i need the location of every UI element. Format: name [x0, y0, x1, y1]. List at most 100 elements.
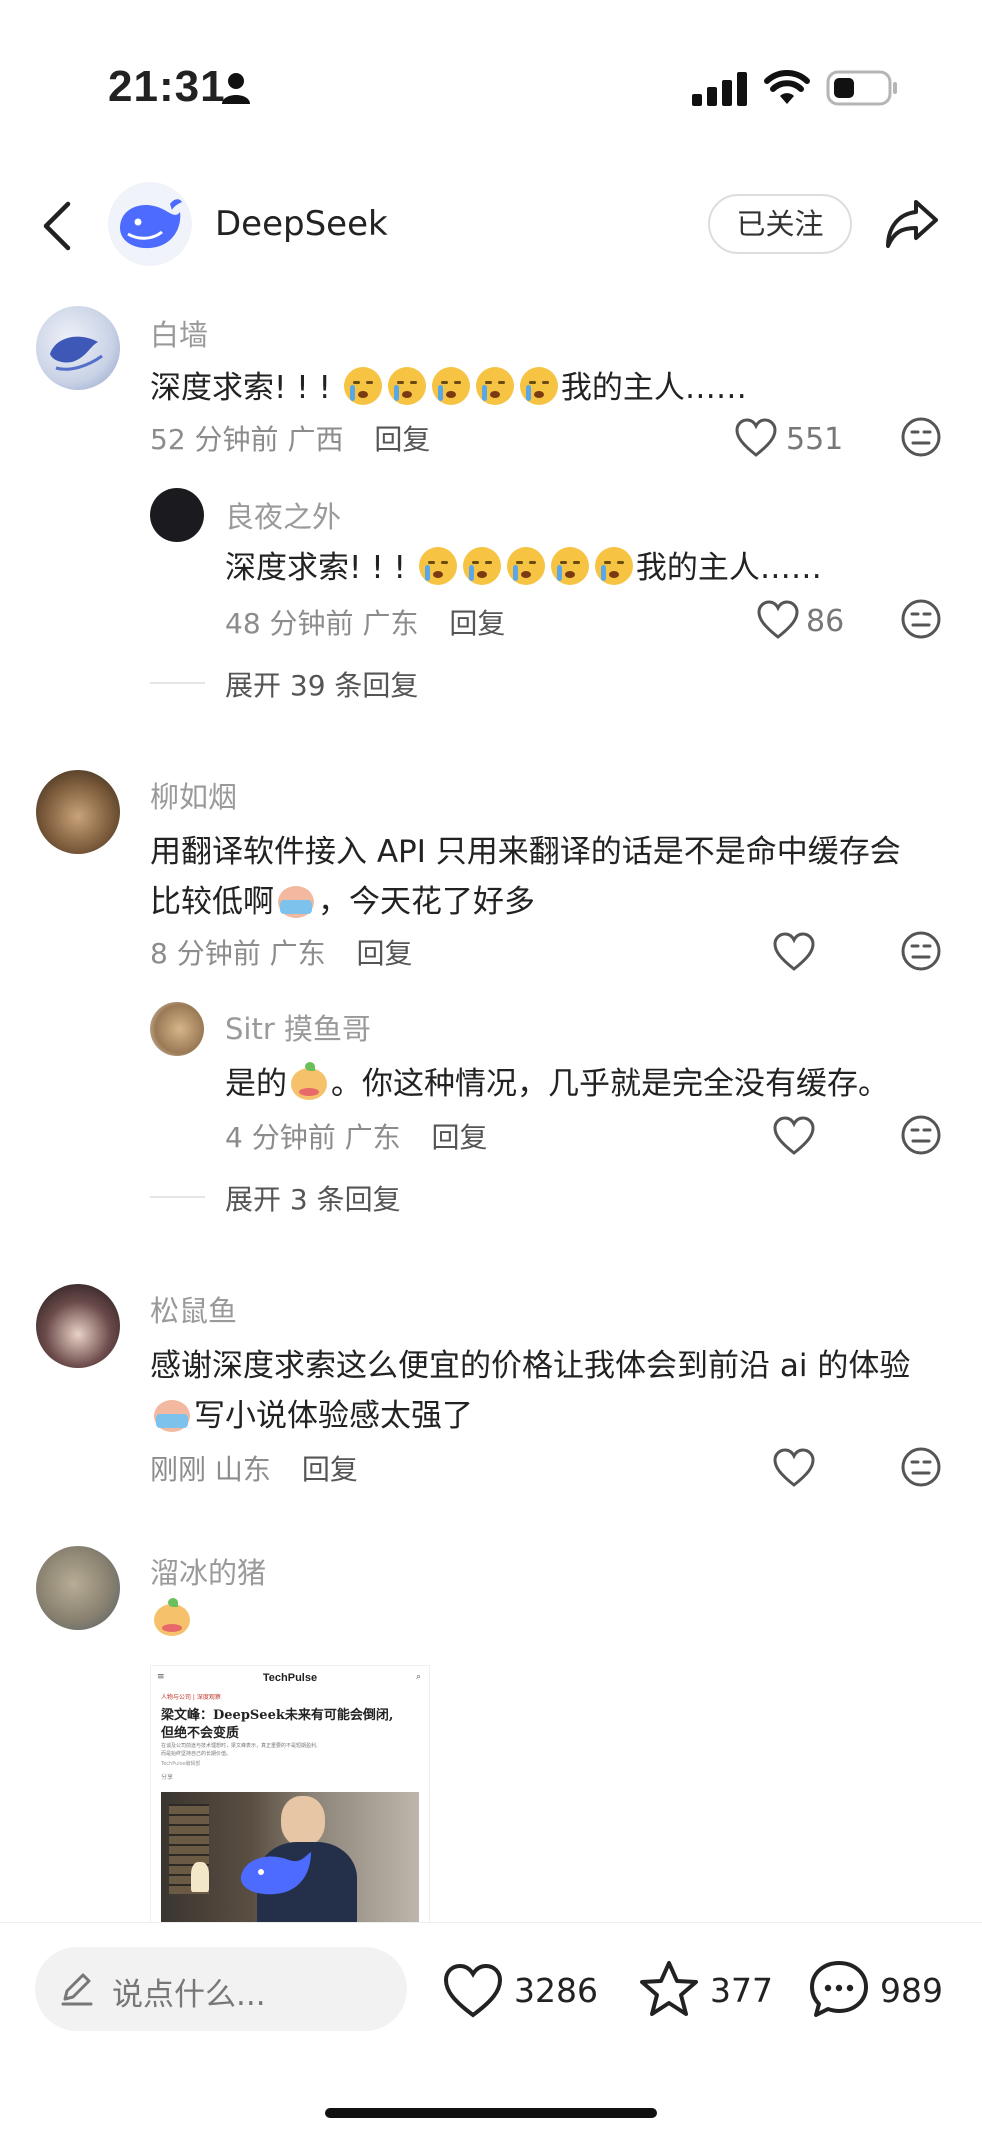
expand-replies-button[interactable]: 展开 39 条回复 [225, 664, 418, 704]
pencil-icon [61, 1973, 93, 2006]
smiling-sticker-icon [289, 1062, 329, 1102]
comment-location: 广西 [287, 423, 344, 456]
share-icon[interactable] [884, 196, 940, 252]
smiling-sticker-icon [152, 1598, 192, 1638]
dislike-face-icon[interactable] [900, 416, 942, 458]
reply-button[interactable]: 回复 [449, 607, 505, 640]
crying-emoji-icon [387, 367, 426, 405]
lamp-graphic [191, 1862, 209, 1892]
dislike-face-icon[interactable] [900, 1446, 942, 1488]
reply-text: 深度求索! ! ! 我的主人…… [225, 542, 822, 587]
deepseek-avatar[interactable] [108, 182, 192, 266]
reply-text-suffix: 我的主人…… [635, 550, 822, 586]
comment-meta: 8 分钟前 广东 回复 [150, 932, 413, 972]
avatar[interactable] [150, 1002, 204, 1056]
avatar[interactable] [36, 770, 120, 854]
card-photo [161, 1792, 419, 1922]
card-headline-line2: 但绝不会变质 [161, 1726, 240, 1741]
dislike-face-icon[interactable] [900, 930, 942, 972]
crying-emoji-icon [431, 367, 470, 405]
avatar[interactable] [150, 488, 204, 542]
comment-text-prefix: 比较低啊 [150, 884, 274, 920]
avatar[interactable] [36, 1284, 120, 1368]
reply-time: 4 分钟前 [225, 1121, 336, 1154]
card-site-name: TechPulse [262, 1672, 318, 1684]
comment-text-line2: 比较低啊 ，今天花了好多 [150, 876, 535, 921]
wifi-icon [764, 70, 810, 104]
comment-text-suffix: 我的主人…… [560, 370, 747, 406]
comment-location: 广东 [269, 937, 326, 970]
dislike-face-icon[interactable] [900, 598, 942, 640]
comment-author[interactable]: 松鼠鱼 [150, 1288, 237, 1330]
star-count: 377 [710, 1971, 773, 2010]
comment-text-line1: 用翻译软件接入 API 只用来翻译的话是不是命中缓存会 [150, 834, 901, 870]
bottom-action-bar: 说点什么... 3286 377 989 [0, 1922, 982, 2133]
search-icon: ⌕ [415, 1672, 421, 1682]
comment-bubble-icon[interactable] [808, 1959, 870, 2019]
heart-icon[interactable] [772, 1448, 816, 1488]
person-icon [222, 73, 250, 104]
total-like-count: 3286 [514, 1971, 598, 2010]
like-icon[interactable] [442, 1963, 504, 2019]
comment-count: 989 [880, 1971, 943, 2010]
comment-text-line1: 感谢深度求索这么便宜的价格让我体会到前沿 ai 的体验 [150, 1348, 911, 1384]
follow-button[interactable]: 已关注 [708, 194, 852, 254]
signal-icon [692, 72, 747, 106]
article-image-card[interactable]: TechPulse ≡ ⌕ 人物与公司 | 深度观察 梁文峰：DeepSeek未… [150, 1665, 430, 1923]
reply-button[interactable]: 回复 [302, 1453, 358, 1486]
comment-sticker [150, 1598, 194, 1638]
crying-emoji-icon [475, 367, 514, 405]
heart-icon[interactable] [772, 932, 816, 972]
status-time: 21:31 [108, 62, 226, 111]
card-headline-line1: 梁文峰：DeepSeek未来有可能会倒闭, [161, 1708, 394, 1723]
divider [150, 682, 205, 684]
avatar-whale-icon [50, 336, 103, 371]
reply-location: 广东 [362, 607, 419, 640]
reply-meta: 48 分钟前 广东 回复 [225, 602, 505, 642]
header: DeepSeek 已关注 [0, 180, 982, 290]
reply-button[interactable]: 回复 [374, 423, 430, 456]
comment-input[interactable]: 说点什么... [35, 1947, 407, 2031]
avatar[interactable] [36, 306, 120, 390]
menu-icon: ≡ [157, 1672, 165, 1682]
comment-text: 深度求索! ! ! 我的主人…… [150, 362, 747, 407]
avatar[interactable] [36, 1546, 120, 1630]
comment-author[interactable]: 柳如烟 [150, 774, 237, 816]
expand-replies-button[interactable]: 展开 3 条回复 [225, 1178, 401, 1218]
comment-time: 刚刚 [150, 1453, 207, 1486]
crying-emoji-icon [418, 547, 457, 585]
comment-author[interactable]: 白墙 [150, 312, 208, 354]
whale-plush-icon [240, 1852, 311, 1895]
reply-author[interactable]: 良夜之外 [225, 494, 341, 536]
crying-emoji-icon [343, 367, 382, 405]
crying-emoji-icon [519, 367, 558, 405]
comment-text-suffix: ，今天花了好多 [318, 884, 535, 920]
dislike-face-icon[interactable] [900, 1114, 942, 1156]
comment-author[interactable]: 溜冰的猪 [150, 1550, 266, 1592]
reply-time: 48 分钟前 [225, 607, 354, 640]
comment-input-placeholder: 说点什么... [112, 1977, 266, 2013]
card-byline: TechPulse编辑部 [161, 1761, 201, 1767]
divider [150, 1196, 205, 1198]
heart-icon[interactable] [756, 600, 800, 640]
star-icon[interactable] [638, 1959, 700, 2019]
whale-logo-icon [120, 199, 182, 249]
back-icon[interactable] [40, 200, 74, 252]
comment-meta: 刚刚 山东 回复 [150, 1448, 358, 1488]
card-desc-line2: 而是始终坚持自己的长期价值。 [161, 1751, 232, 1757]
reply-location: 广东 [344, 1121, 401, 1154]
comment-text-suffix: 写小说体验感太强了 [194, 1398, 473, 1434]
reply-button[interactable]: 回复 [432, 1121, 488, 1154]
card-desc-line1: 在谈及公司前途与技术理想时，梁文峰表示，真正重要的不是短期盈利, [161, 1743, 318, 1749]
battery-icon [826, 70, 897, 106]
home-indicator[interactable] [325, 2108, 657, 2118]
comment-time: 52 分钟前 [150, 423, 279, 456]
heart-icon[interactable] [772, 1116, 816, 1156]
reply-author[interactable]: Sitr 摸鱼哥 [225, 1006, 371, 1048]
crying-sticker-icon [276, 880, 316, 920]
reply-text-suffix: 。你这种情况，几乎就是完全没有缓存。 [331, 1066, 889, 1102]
crying-sticker-icon [152, 1394, 192, 1434]
crying-emoji-icon [594, 547, 633, 585]
heart-icon[interactable] [734, 418, 778, 458]
reply-button[interactable]: 回复 [357, 937, 413, 970]
